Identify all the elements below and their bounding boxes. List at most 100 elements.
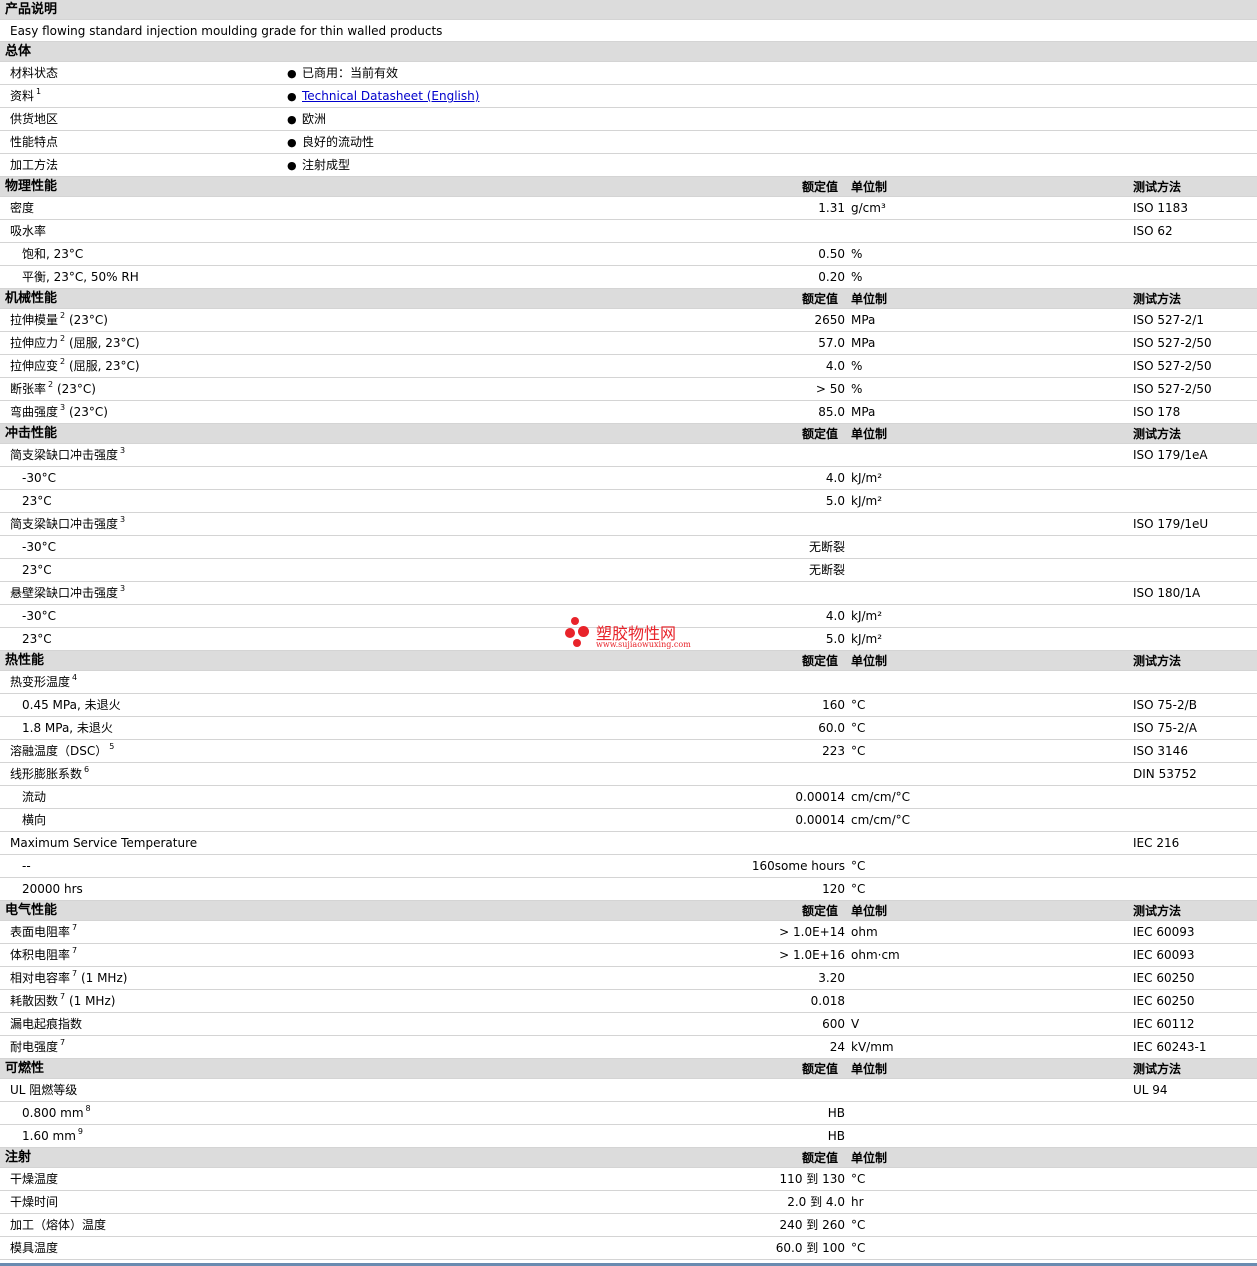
unit-column-header: 单位制: [851, 427, 888, 441]
property-row: 平衡, 23°C, 50% RH 0.20%: [0, 266, 1257, 289]
property-unit: %: [851, 270, 863, 284]
method-column-header: 测试方法: [1133, 654, 1182, 668]
property-label-text: 漏电起痕指数: [10, 1017, 83, 1031]
property-row: 密度 1.31 g/cm³ ISO 1183: [0, 197, 1257, 220]
general-row: 资料 1 ● Technical Datasheet (English): [0, 85, 1257, 108]
property-value: 240 到 260: [779, 1218, 845, 1232]
footnote-marker: 2: [60, 311, 66, 320]
property-label: 饱和, 23°C: [22, 247, 83, 262]
property-label-text: -30°C: [22, 540, 56, 554]
property-row: Maximum Service Temperature IEC 216: [0, 832, 1257, 855]
property-label-text: 加工（熔体）温度: [10, 1218, 107, 1232]
property-row: 23°C 无断裂: [0, 559, 1257, 582]
section-title: 可燃性: [5, 1061, 45, 1076]
footnote-marker: 7: [60, 992, 66, 1001]
test-method: ISO 75-2/A: [1133, 721, 1197, 735]
property-unit: °C: [851, 721, 866, 735]
property-label: 体积电阻率 7: [10, 947, 77, 963]
property-row: 模具温度 60.0 到 100 °C: [0, 1237, 1257, 1260]
property-label: 表面电阻率 7: [10, 924, 77, 940]
section-header-product-description: 产品说明: [0, 0, 1257, 20]
property-label: 23°C: [22, 563, 52, 578]
property-unit: kJ/m²: [851, 471, 883, 485]
datasheet-link[interactable]: Technical Datasheet (English): [302, 89, 479, 103]
property-row: 耐电强度 7 24 kV/mm IEC 60243-1: [0, 1036, 1257, 1059]
footnote-marker: 2: [60, 334, 66, 343]
row-label: 资料 1: [10, 88, 41, 104]
row-label-text: 性能特点: [10, 135, 59, 149]
property-label-text: 简支梁缺口冲击强度: [10, 448, 119, 462]
footnote-marker: 4: [72, 673, 78, 682]
value-column-header: 额定值: [802, 427, 839, 441]
property-row: 吸水率 ISO 62: [0, 220, 1257, 243]
test-method: ISO 527-2/1: [1133, 313, 1204, 327]
row-value-text: 欧洲: [302, 112, 327, 126]
property-value: 4.0: [825, 359, 845, 373]
property-row: 0.45 MPa, 未退火 160 °C ISO 75-2/B: [0, 694, 1257, 717]
property-row: 干燥时间 2.0 到 4.0 hr: [0, 1191, 1257, 1214]
property-label: 拉伸模量 2 (23°C): [10, 311, 108, 328]
property-label: 拉伸应力 2 (屈服, 23°C): [10, 334, 140, 351]
property-row: 0.800 mm 8 HB: [0, 1102, 1257, 1125]
property-label-text: 饱和, 23°C: [22, 247, 84, 261]
property-row: 拉伸应变 2 (屈服, 23°C) 4.0% ISO 527-2/50: [0, 355, 1257, 378]
property-label-text: 热变形温度: [10, 675, 71, 689]
property-unit: hr: [851, 1195, 864, 1209]
value-column-header: 额定值: [802, 292, 839, 306]
property-label: 热变形温度 4: [10, 673, 78, 690]
section-header: 注射 额定值 单位制: [0, 1148, 1257, 1168]
property-label-text: 1.60 mm: [22, 1129, 76, 1143]
property-row: 热变形温度 4: [0, 671, 1257, 694]
unit-column-header: 单位制: [851, 654, 888, 668]
property-row: 横向 0.00014 cm/cm/°C: [0, 809, 1257, 832]
property-label: 断张率 2 (23°C): [10, 381, 96, 397]
row-value: 良好的流动性: [302, 135, 374, 150]
method-column-header: 测试方法: [1133, 1062, 1182, 1076]
value-column-header: 额定值: [802, 904, 839, 918]
property-label-text: -30°C: [22, 471, 56, 485]
property-row: 断张率 2 (23°C) > 50% ISO 527-2/50: [0, 378, 1257, 401]
property-value: > 1.0E+16: [779, 948, 845, 962]
property-label-text: 流动: [22, 790, 47, 804]
product-description-text: Easy flowing standard injection moulding…: [10, 24, 443, 38]
test-method: ISO 1183: [1133, 201, 1188, 215]
property-label-text: 表面电阻率: [10, 925, 71, 939]
property-label: --: [22, 859, 31, 874]
property-unit: cm/cm/°C: [851, 790, 911, 804]
row-label-text: 材料状态: [10, 66, 59, 80]
property-value: 4.0: [825, 471, 845, 485]
property-label-text: 悬壁梁缺口冲击强度: [10, 586, 119, 600]
property-condition: (1 MHz): [68, 994, 116, 1008]
property-label: 线形膨胀系数 6: [10, 765, 90, 782]
property-label: 0.800 mm 8: [22, 1105, 91, 1121]
property-label-text: 干燥温度: [10, 1172, 59, 1186]
property-label-text: 拉伸应变: [10, 359, 59, 373]
property-value: 160some hours: [751, 859, 845, 873]
test-method: IEC 216: [1133, 836, 1180, 850]
property-label-text: 23°C: [22, 563, 52, 577]
property-label: 吸水率: [10, 224, 46, 239]
property-row: 23°C 5.0 kJ/m²: [0, 490, 1257, 513]
property-unit: °C: [851, 1218, 866, 1232]
section-title: 产品说明: [5, 2, 58, 17]
section-title: 冲击性能: [5, 426, 58, 441]
property-label-text: 1.8 MPa, 未退火: [22, 721, 113, 735]
property-label: 干燥时间: [10, 1195, 58, 1210]
property-row: -- 160some hours °C: [0, 855, 1257, 878]
property-label: -30°C: [22, 471, 56, 486]
property-label: 平衡, 23°C, 50% RH: [22, 270, 139, 285]
bullet-icon: ●: [287, 113, 297, 126]
property-unit: °C: [851, 1172, 866, 1186]
property-unit: %: [851, 382, 863, 396]
property-row: UL 阻燃等级 UL 94: [0, 1079, 1257, 1102]
property-label-text: 密度: [10, 201, 35, 215]
property-row: 简支梁缺口冲击强度 3 ISO 179/1eU: [0, 513, 1257, 536]
row-label: 加工方法: [10, 158, 58, 173]
property-row: 体积电阻率 7 > 1.0E+16 ohm·cm IEC 60093: [0, 944, 1257, 967]
property-value: 5.0: [825, 632, 845, 646]
footnote-marker: 6: [84, 765, 90, 774]
property-value: 223: [822, 744, 845, 758]
property-row: -30°C 无断裂: [0, 536, 1257, 559]
property-label: 简支梁缺口冲击强度 3: [10, 447, 125, 463]
property-label-text: 溶融温度（DSC）: [10, 744, 108, 758]
